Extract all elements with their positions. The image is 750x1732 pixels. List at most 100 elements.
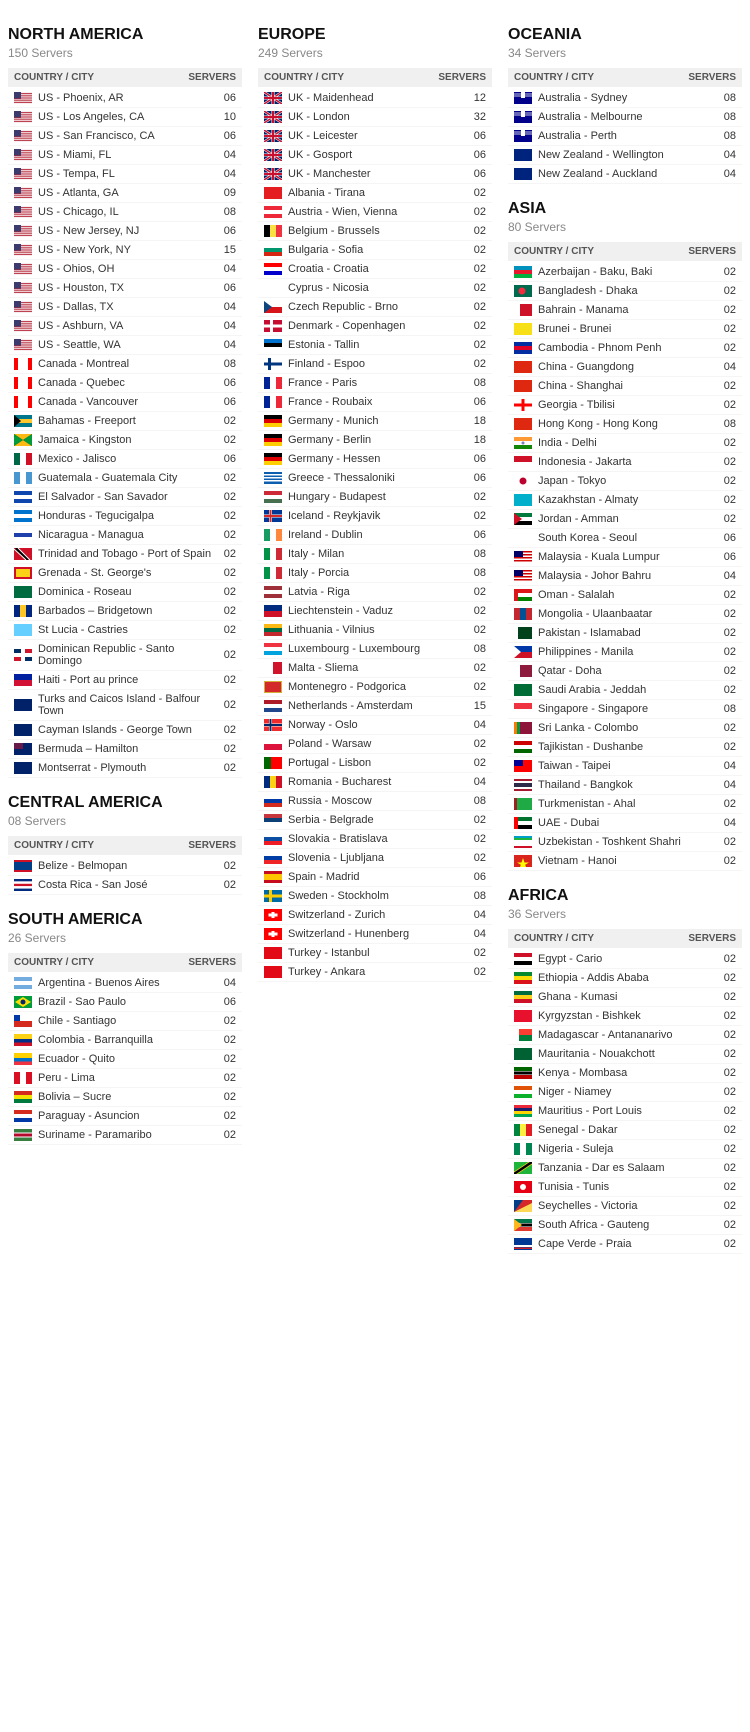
row-left: Estonia - Tallin xyxy=(264,339,466,351)
country-name: Hungary - Budapest xyxy=(288,491,386,503)
row-left: Nicaragua - Managua xyxy=(14,529,216,541)
flag-icon xyxy=(514,304,532,316)
flag-icon xyxy=(514,399,532,411)
column-1: NORTH AMERICA 150 Servers COUNTRY / CITY… xyxy=(0,10,250,1159)
table-row: Dominican Republic - Santo Domingo 02 xyxy=(8,640,242,671)
country-name: Niger - Niamey xyxy=(538,1086,611,1098)
flag-icon xyxy=(264,605,282,617)
flag-icon xyxy=(514,608,532,620)
table-row: China - Guangdong 04 xyxy=(508,358,742,377)
flag-icon xyxy=(14,92,32,104)
country-name: Ghana - Kumasi xyxy=(538,991,617,1003)
server-count: 02 xyxy=(466,320,486,332)
row-left: Saudi Arabia - Jeddah xyxy=(514,684,716,696)
table-row: Argentina - Buenos Aires 04 xyxy=(8,974,242,993)
table-row: Bulgaria - Sofia 02 xyxy=(258,241,492,260)
flag-icon xyxy=(514,437,532,449)
flag-icon xyxy=(14,1015,32,1027)
south-america-servers: 26 Servers xyxy=(8,931,242,945)
column-3: OCEANIA 34 Servers COUNTRY / CITY SERVER… xyxy=(500,10,750,1268)
server-count: 02 xyxy=(716,1181,736,1193)
flag-icon xyxy=(514,532,532,544)
country-name: Italy - Milan xyxy=(288,548,344,560)
table-row: Mauritius - Port Louis 02 xyxy=(508,1102,742,1121)
flag-icon xyxy=(264,149,282,161)
server-count: 02 xyxy=(716,1124,736,1136)
flag-icon xyxy=(514,627,532,639)
row-left: Mauritania - Nouakchott xyxy=(514,1048,716,1060)
server-count: 06 xyxy=(716,532,736,544)
flag-icon xyxy=(514,475,532,487)
column-2: EUROPE 249 Servers COUNTRY / CITY SERVER… xyxy=(250,10,500,996)
table-row: Germany - Berlin 18 xyxy=(258,431,492,450)
server-count: 02 xyxy=(216,879,236,891)
row-left: Italy - Milan xyxy=(264,548,466,560)
server-count: 02 xyxy=(466,510,486,522)
row-left: Denmark - Copenhagen xyxy=(264,320,466,332)
row-left: Bulgaria - Sofia xyxy=(264,244,466,256)
flag-icon xyxy=(14,724,32,736)
server-count: 04 xyxy=(216,263,236,275)
flag-icon xyxy=(514,703,532,715)
table-row: Ireland - Dublin 06 xyxy=(258,526,492,545)
server-count: 06 xyxy=(216,92,236,104)
server-count: 02 xyxy=(716,646,736,658)
server-count: 04 xyxy=(466,719,486,731)
table-row: Germany - Hessen 06 xyxy=(258,450,492,469)
table-row: UK - London 32 xyxy=(258,108,492,127)
country-name: Senegal - Dakar xyxy=(538,1124,618,1136)
server-count: 02 xyxy=(716,1029,736,1041)
table-row: Mongolia - Ulaanbaatar 02 xyxy=(508,605,742,624)
country-name: Qatar - Doha xyxy=(538,665,602,677)
row-left: Mexico - Jalisco xyxy=(14,453,216,465)
server-count: 02 xyxy=(716,684,736,696)
server-count: 08 xyxy=(466,890,486,902)
country-name: El Salvador - San Savador xyxy=(38,491,168,503)
table-row: UK - Manchester 06 xyxy=(258,165,492,184)
server-count: 08 xyxy=(466,567,486,579)
flag-icon xyxy=(14,510,32,522)
row-left: Niger - Niamey xyxy=(514,1086,716,1098)
country-name: Slovakia - Bratislava xyxy=(288,833,388,845)
server-count: 02 xyxy=(466,662,486,674)
country-name: Pakistan - Islamabad xyxy=(538,627,641,639)
row-left: Liechtenstein - Vaduz xyxy=(264,605,466,617)
africa-header: COUNTRY / CITY SERVERS xyxy=(508,929,742,948)
country-name: Saudi Arabia - Jeddah xyxy=(538,684,646,696)
table-row: Japan - Tokyo 02 xyxy=(508,472,742,491)
asia-title: ASIA xyxy=(508,200,742,218)
row-left: Kyrgyzstan - Bishkek xyxy=(514,1010,716,1022)
table-row: Albania - Tirana 02 xyxy=(258,184,492,203)
table-row: US - Los Angeles, CA 10 xyxy=(8,108,242,127)
country-name: Nicaragua - Managua xyxy=(38,529,144,541)
country-name: Czech Republic - Brno xyxy=(288,301,398,313)
flag-icon xyxy=(14,320,32,332)
server-count: 02 xyxy=(466,852,486,864)
row-left: UAE - Dubai xyxy=(514,817,716,829)
server-count: 02 xyxy=(466,624,486,636)
flag-icon xyxy=(264,681,282,693)
row-left: Madagascar - Antananarivo xyxy=(514,1029,716,1041)
server-count: 02 xyxy=(216,724,236,736)
south-america-header: COUNTRY / CITY SERVERS xyxy=(8,953,242,972)
server-count: 04 xyxy=(716,361,736,373)
row-left: Turkmenistan - Ahal xyxy=(514,798,716,810)
table-row: Saudi Arabia - Jeddah 02 xyxy=(508,681,742,700)
row-left: Mongolia - Ulaanbaatar xyxy=(514,608,716,620)
table-row: Hong Kong - Hong Kong 08 xyxy=(508,415,742,434)
country-name: Bahrain - Manama xyxy=(538,304,629,316)
row-left: Bangladesh - Dhaka xyxy=(514,285,716,297)
main-page: NORTH AMERICA 150 Servers COUNTRY / CITY… xyxy=(0,0,750,1278)
table-row: Cape Verde - Praia 02 xyxy=(508,1235,742,1254)
server-count: 06 xyxy=(716,551,736,563)
row-left: US - New York, NY xyxy=(14,244,216,256)
country-name: Lithuania - Vilnius xyxy=(288,624,375,636)
row-left: Croatia - Croatia xyxy=(264,263,466,275)
row-left: Switzerland - Zurich xyxy=(264,909,466,921)
row-left: Paraguay - Asuncion xyxy=(14,1110,216,1122)
flag-icon xyxy=(264,795,282,807)
country-name: Honduras - Tegucigalpa xyxy=(38,510,154,522)
table-row: Luxembourg - Luxembourg 08 xyxy=(258,640,492,659)
north-america-section: NORTH AMERICA 150 Servers COUNTRY / CITY… xyxy=(8,26,242,778)
server-count: 02 xyxy=(716,494,736,506)
